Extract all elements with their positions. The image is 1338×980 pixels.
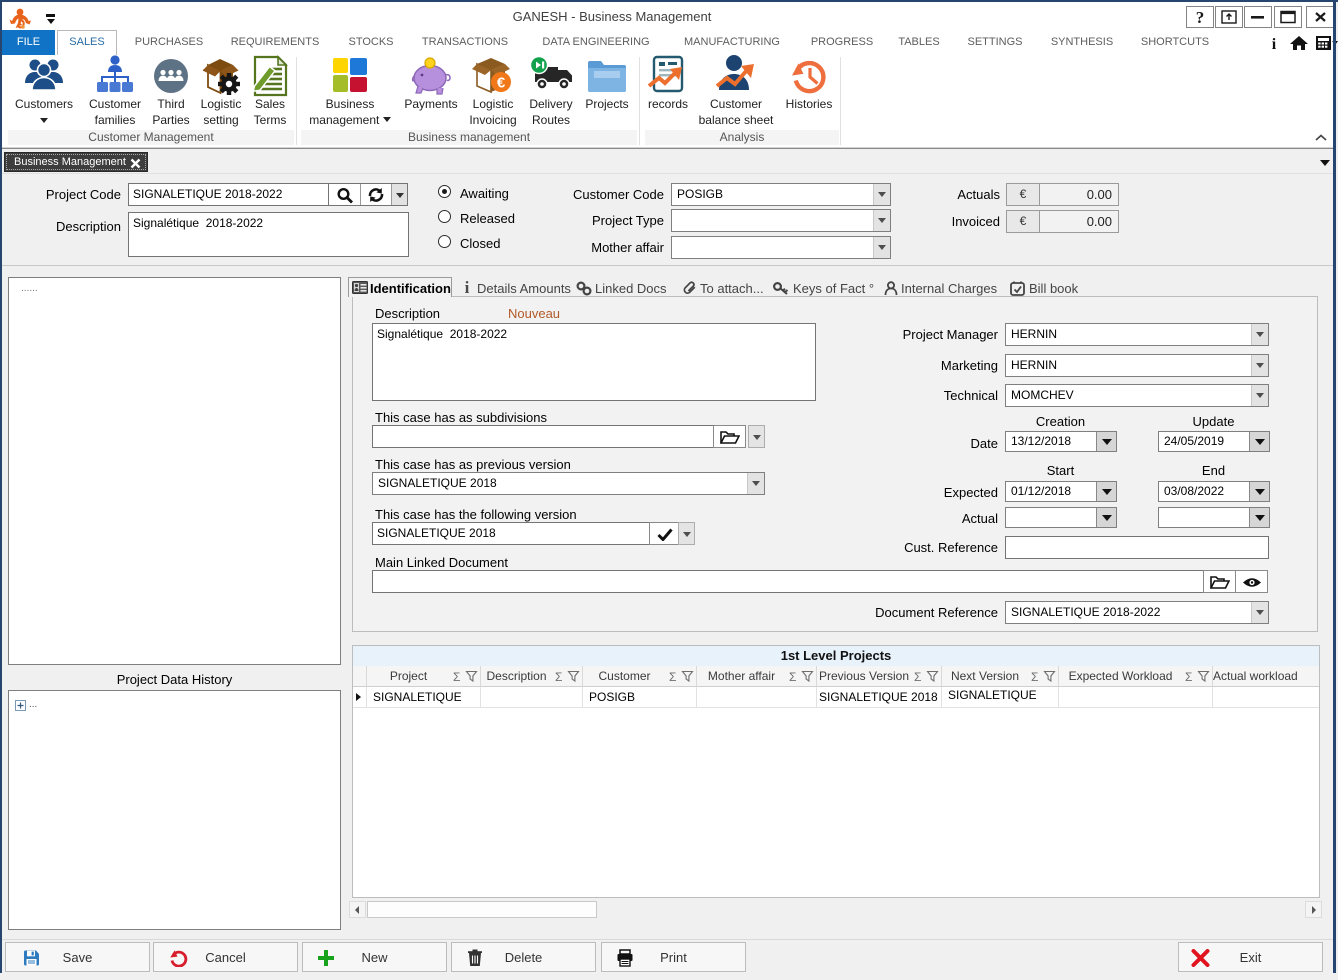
svg-text:Σ: Σ bbox=[453, 670, 460, 683]
svg-text:Σ: Σ bbox=[1185, 670, 1192, 683]
svg-text:Σ: Σ bbox=[789, 670, 796, 683]
svg-text:i: i bbox=[1272, 36, 1277, 51]
svg-text:i: i bbox=[465, 279, 470, 296]
svg-text:?: ? bbox=[1196, 8, 1205, 27]
svg-text:Σ: Σ bbox=[669, 670, 676, 683]
svg-text:Σ: Σ bbox=[555, 670, 562, 683]
svg-text:Σ: Σ bbox=[914, 670, 921, 683]
svg-text:€: € bbox=[497, 75, 506, 92]
svg-text:Σ: Σ bbox=[1031, 670, 1038, 683]
